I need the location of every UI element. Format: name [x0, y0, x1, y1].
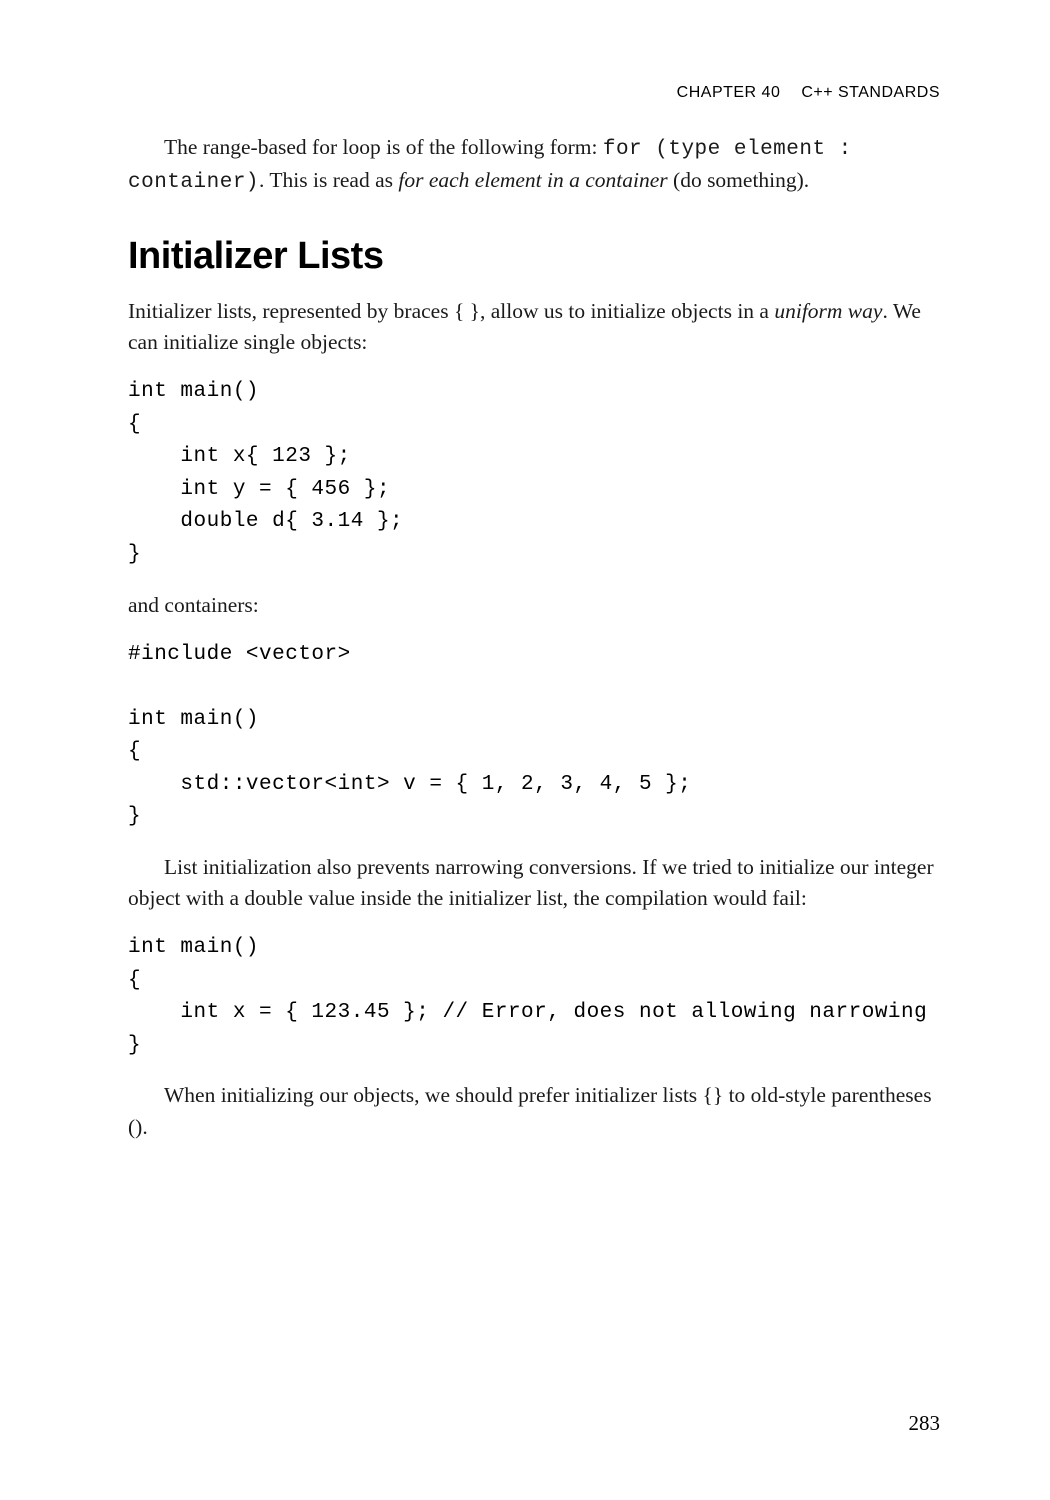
- para-2: List initialization also prevents narrow…: [128, 852, 940, 914]
- page: CHAPTER 40 C++ STANDARDS The range-based…: [0, 0, 1050, 1500]
- chapter-label: CHAPTER 40: [677, 84, 781, 101]
- p1-a: Initializer lists, represented by braces…: [128, 299, 774, 323]
- section-para-1: Initializer lists, represented by braces…: [128, 296, 940, 358]
- chapter-title: C++ STANDARDS: [801, 84, 940, 101]
- page-header: CHAPTER 40 C++ STANDARDS: [128, 84, 940, 102]
- code-block-1: int main() { int x{ 123 }; int y = { 456…: [128, 376, 940, 571]
- mid-para-1: and containers:: [128, 590, 940, 621]
- p1-italic: uniform way: [774, 299, 882, 323]
- code-block-2: #include <vector> int main() { std::vect…: [128, 639, 940, 834]
- section-heading: Initializer Lists: [128, 235, 940, 278]
- intro-after2: (do something).: [668, 168, 810, 192]
- page-number: 283: [909, 1411, 941, 1436]
- intro-italic: for each element in a container: [398, 168, 667, 192]
- intro-after1: . This is read as: [259, 168, 398, 192]
- para-3: When initializing our objects, we should…: [128, 1080, 940, 1142]
- intro-lead: The range-based for loop is of the follo…: [164, 135, 603, 159]
- code-block-3: int main() { int x = { 123.45 }; // Erro…: [128, 932, 940, 1062]
- intro-paragraph: The range-based for loop is of the follo…: [128, 132, 940, 199]
